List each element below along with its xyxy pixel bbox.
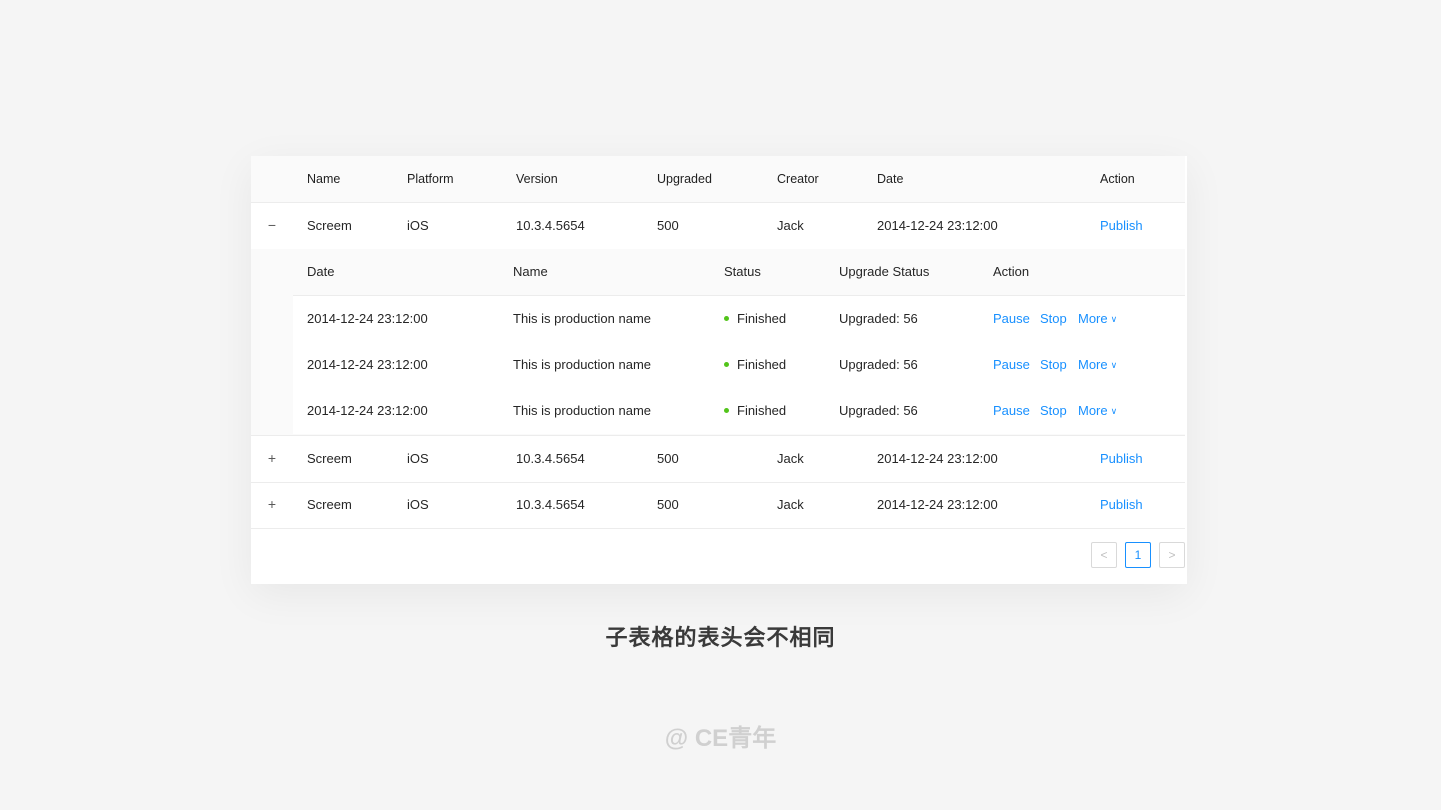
more-dropdown[interactable]: More ∨: [1078, 388, 1117, 435]
cell-name: Screem: [307, 451, 352, 466]
sub-cell-upgrade-status: Upgraded: 56: [839, 403, 918, 418]
subtable-row: 2014-12-24 23:12:00 This is production n…: [293, 342, 1185, 389]
cell-date: 2014-12-24 23:12:00: [877, 451, 998, 466]
cell-version: 10.3.4.5654: [516, 218, 585, 233]
cell-date: 2014-12-24 23:12:00: [877, 218, 998, 233]
sub-cell-date: 2014-12-24 23:12:00: [307, 357, 428, 372]
cell-name: Screem: [307, 497, 352, 512]
nested-subtable: Date Name Status Upgrade Status Action 2…: [251, 249, 1185, 436]
chevron-down-icon: ∨: [1110, 314, 1118, 324]
table-row: + Screem iOS 10.3.4.5654 500 Jack 2014-1…: [251, 436, 1185, 483]
watermark-text: @ CE青年: [664, 725, 777, 752]
sub-col-header-status: Status: [724, 264, 761, 279]
cell-upgraded: 500: [657, 218, 679, 233]
sub-cell-name: This is production name: [513, 403, 652, 418]
pause-link[interactable]: Pause: [993, 388, 1030, 434]
publish-link[interactable]: Publish: [1100, 436, 1143, 482]
status-text: Finished: [737, 403, 787, 418]
chevron-down-icon: ∨: [1110, 406, 1118, 416]
subtable-header: Date Name Status Upgrade Status Action: [293, 249, 1185, 296]
sub-cell-status: Finished: [724, 342, 786, 388]
publish-link[interactable]: Publish: [1100, 203, 1143, 249]
sub-col-header-action: Action: [993, 264, 1030, 279]
sub-col-header-upgrade-status: Upgrade Status: [839, 264, 930, 279]
sub-cell-upgrade-status: Upgraded: 56: [839, 311, 918, 326]
stop-link[interactable]: Stop: [1040, 388, 1067, 434]
col-header-creator: Creator: [777, 172, 819, 186]
cell-platform: iOS: [407, 497, 429, 512]
page-1-button[interactable]: 1: [1125, 542, 1151, 568]
cell-upgraded: 500: [657, 451, 679, 466]
expand-row-icon[interactable]: +: [265, 497, 279, 512]
col-header-version: Version: [516, 172, 558, 186]
subtable-row: 2014-12-24 23:12:00 This is production n…: [293, 296, 1185, 343]
sub-cell-date: 2014-12-24 23:12:00: [307, 311, 428, 326]
cell-creator: Jack: [777, 451, 804, 466]
more-label: More: [1078, 357, 1108, 372]
status-text: Finished: [737, 357, 787, 372]
col-header-upgraded: Upgraded: [657, 172, 712, 186]
cell-upgraded: 500: [657, 497, 679, 512]
col-header-name: Name: [307, 172, 341, 186]
cell-creator: Jack: [777, 497, 804, 512]
sub-cell-status: Finished: [724, 388, 786, 434]
status-dot-icon: [724, 362, 729, 368]
cell-version: 10.3.4.5654: [516, 497, 585, 512]
status-dot-icon: [724, 408, 729, 414]
col-header-date: Date: [877, 172, 904, 186]
cell-version: 10.3.4.5654: [516, 451, 585, 466]
publish-link[interactable]: Publish: [1100, 482, 1143, 528]
sub-cell-upgrade-status: Upgraded: 56: [839, 357, 918, 372]
col-header-action: Action: [1100, 172, 1135, 186]
collapse-row-icon[interactable]: −: [265, 218, 279, 233]
cell-creator: Jack: [777, 218, 804, 233]
chevron-down-icon: ∨: [1110, 360, 1118, 370]
cell-name: Screem: [307, 218, 352, 233]
sub-cell-name: This is production name: [513, 357, 652, 372]
table-header: Name Platform Version Upgraded Creator D…: [251, 156, 1185, 203]
cell-date: 2014-12-24 23:12:00: [877, 497, 998, 512]
sub-cell-status: Finished: [724, 296, 786, 342]
col-header-platform: Platform: [407, 172, 454, 186]
table-row: + Screem iOS 10.3.4.5654 500 Jack 2014-1…: [251, 482, 1185, 529]
status-text: Finished: [737, 311, 787, 326]
pause-link[interactable]: Pause: [993, 342, 1030, 388]
more-dropdown[interactable]: More ∨: [1078, 342, 1117, 389]
stop-link[interactable]: Stop: [1040, 296, 1067, 342]
stop-link[interactable]: Stop: [1040, 342, 1067, 388]
caption-text: 子表格的表头会不相同: [605, 625, 836, 650]
sub-col-header-name: Name: [513, 264, 548, 279]
more-label: More: [1078, 403, 1108, 418]
pagination: < 1 >: [1091, 542, 1187, 568]
expandable-table-card: Name Platform Version Upgraded Creator D…: [251, 156, 1187, 584]
pause-link[interactable]: Pause: [993, 296, 1030, 342]
cell-platform: iOS: [407, 218, 429, 233]
cell-platform: iOS: [407, 451, 429, 466]
sub-cell-date: 2014-12-24 23:12:00: [307, 403, 428, 418]
prev-page-button[interactable]: <: [1091, 542, 1117, 568]
subtable-row: 2014-12-24 23:12:00 This is production n…: [293, 388, 1185, 434]
sub-cell-name: This is production name: [513, 311, 652, 326]
table-row: − Screem iOS 10.3.4.5654 500 Jack 2014-1…: [251, 203, 1185, 250]
next-page-button[interactable]: >: [1159, 542, 1185, 568]
status-dot-icon: [724, 316, 729, 322]
more-dropdown[interactable]: More ∨: [1078, 296, 1117, 343]
more-label: More: [1078, 311, 1108, 326]
expand-row-icon[interactable]: +: [265, 451, 279, 466]
sub-col-header-date: Date: [307, 264, 335, 279]
